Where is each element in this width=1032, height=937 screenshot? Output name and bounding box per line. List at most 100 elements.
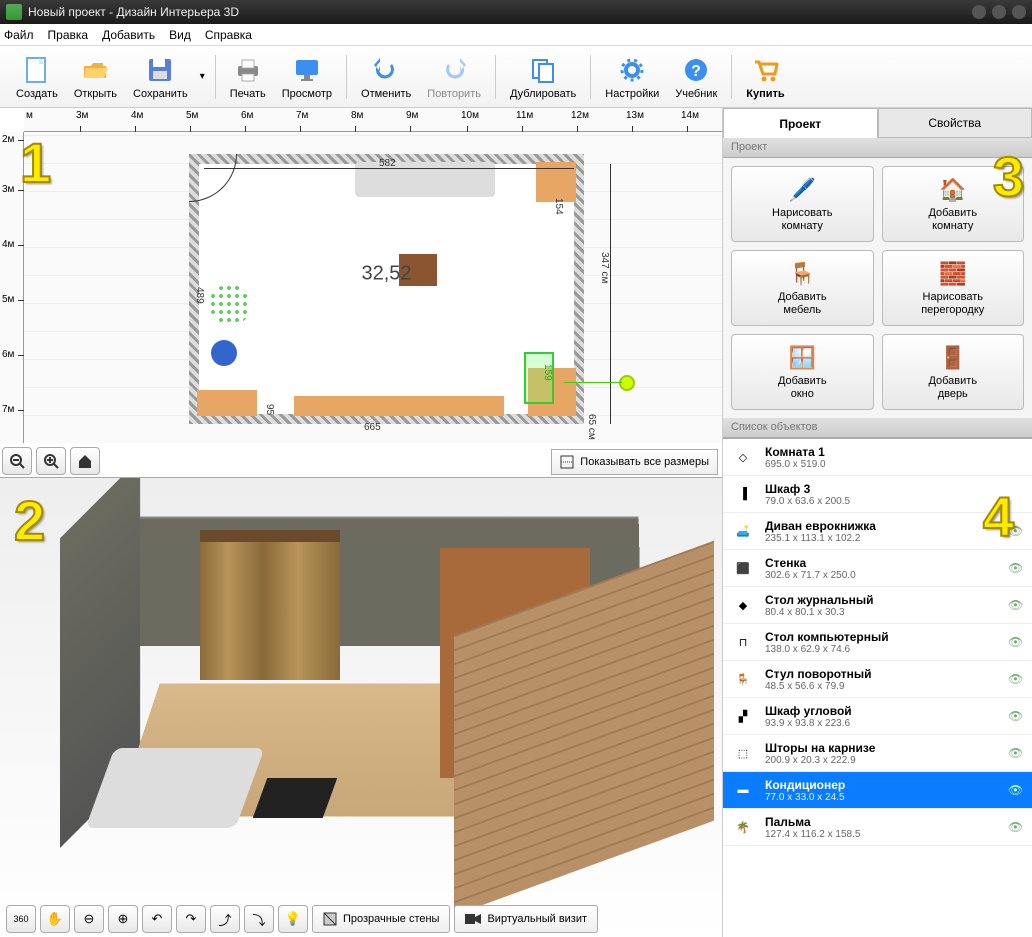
minimize-button[interactable] [972, 5, 986, 19]
door-arc[interactable] [189, 154, 237, 202]
list-item[interactable]: ⬛Стенка302.6 x 71.7 x 250.0👁 [723, 550, 1032, 587]
list-item[interactable]: ▐Шкаф 379.0 x 63.6 x 200.5 [723, 476, 1032, 513]
zoom-out-button[interactable] [2, 447, 32, 475]
tab-project[interactable]: Проект [723, 108, 878, 138]
visibility-eye-icon[interactable]: 👁 [1008, 783, 1026, 797]
list-item[interactable]: ⊓Стол компьютерный138.0 x 62.9 x 74.6👁 [723, 624, 1032, 661]
open-button[interactable]: Открыть [66, 52, 125, 102]
desk-2d[interactable] [197, 390, 257, 416]
visibility-eye-icon[interactable]: 👁 [1008, 561, 1026, 575]
add-door-button[interactable]: 🚪Добавитьдверь [882, 334, 1025, 410]
draw-room-button[interactable]: 🖊️Нарисоватькомнату [731, 166, 874, 242]
undo-button[interactable]: Отменить [353, 52, 419, 102]
object-thumb-icon: 🌴 [729, 813, 757, 841]
menu-edit[interactable]: Правка [48, 28, 89, 42]
dim-sel: 159 [542, 364, 553, 381]
virtual-visit-button[interactable]: Виртуальный визит [454, 905, 598, 933]
list-item[interactable]: ◇Комната 1695.0 x 519.0 [723, 439, 1032, 476]
create-button[interactable]: Создать [8, 52, 66, 102]
menu-file[interactable]: Файл [4, 28, 34, 42]
app-icon [6, 4, 22, 20]
object-name: Стенка [765, 556, 1008, 570]
object-dimensions: 79.0 x 63.6 x 200.5 [765, 496, 1008, 507]
plant-2d[interactable] [209, 284, 251, 326]
home-button[interactable] [70, 447, 100, 475]
object-thumb-icon: ◆ [729, 591, 757, 619]
object-thumb-icon: ▐ [729, 480, 757, 508]
menu-view[interactable]: Вид [169, 28, 191, 42]
list-item[interactable]: ▬Кондиционер77.0 x 33.0 x 24.5👁 [723, 772, 1032, 809]
tab-properties[interactable]: Свойства [878, 108, 1032, 138]
object-list[interactable]: ◇Комната 1695.0 x 519.0▐Шкаф 379.0 x 63.… [723, 438, 1032, 937]
show-all-dims-button[interactable]: Показывать все размеры [551, 449, 718, 475]
duplicate-button[interactable]: Дублировать [502, 52, 584, 102]
light-button[interactable]: 💡 [278, 905, 308, 933]
close-button[interactable] [1012, 5, 1026, 19]
orbit-button[interactable]: 360 [6, 905, 36, 933]
printer-icon [232, 54, 264, 86]
list-item[interactable]: ⬚Шторы на карнизе200.9 x 20.3 x 222.9👁 [723, 735, 1032, 772]
save-button[interactable]: Сохранить [125, 52, 196, 102]
object-dimensions: 302.6 x 71.7 x 250.0 [765, 570, 1008, 581]
object-thumb-icon: ⬚ [729, 739, 757, 767]
rotate-right-button[interactable]: ↷ [176, 905, 206, 933]
settings-button[interactable]: Настройки [597, 52, 667, 102]
zoom-out-3d-button[interactable]: ⊖ [74, 905, 104, 933]
tilt-up-button[interactable]: ⤴ [210, 905, 240, 933]
list-item[interactable]: ◆Стол журнальный80.4 x 80.1 x 30.3👁 [723, 587, 1032, 624]
plan-2d-area[interactable]: м 3м 4м 5м 6м 7м 8м 9м 10м 11м 12м 13м 1… [0, 108, 722, 478]
add-window-button[interactable]: 🪟Добавитьокно [731, 334, 874, 410]
object-name: Шкаф угловой [765, 704, 1008, 718]
room-outline[interactable]: 32,52 [189, 154, 584, 424]
redo-button[interactable]: Повторить [419, 52, 489, 102]
window-title: Новый проект - Дизайн Интерьера 3D [28, 5, 239, 19]
room-add-icon: 🏠 [937, 175, 969, 203]
pencil-cup-icon: 🖊️ [786, 175, 818, 203]
visibility-eye-icon[interactable]: 👁 [1008, 524, 1026, 538]
zoom-in-button[interactable] [36, 447, 66, 475]
object-thumb-icon: ⊓ [729, 628, 757, 656]
sofa-3d [85, 748, 264, 828]
chair-2d[interactable] [211, 340, 237, 366]
visibility-eye-icon[interactable]: 👁 [1008, 598, 1026, 612]
bricks-icon: 🧱 [937, 259, 969, 287]
print-button[interactable]: Печать [222, 52, 274, 102]
monitor-icon [291, 54, 323, 86]
menu-help[interactable]: Справка [205, 28, 252, 42]
list-item[interactable]: 🌴Пальма127.4 x 116.2 x 158.5👁 [723, 809, 1032, 846]
visibility-eye-icon[interactable]: 👁 [1008, 709, 1026, 723]
armchair-icon: 🪑 [786, 259, 818, 287]
save-dropdown[interactable]: ▾ [196, 71, 209, 82]
tilt-down-button[interactable]: ⤵ [244, 905, 274, 933]
list-item[interactable]: 🛋️Диван еврокнижка235.1 x 113.1 x 102.2👁 [723, 513, 1032, 550]
duplicate-icon [527, 54, 559, 86]
preview-button[interactable]: Просмотр [274, 52, 340, 102]
object-name: Пальма [765, 815, 1008, 829]
list-item[interactable]: ▞Шкаф угловой93.9 x 93.8 x 223.6👁 [723, 698, 1032, 735]
object-name: Стол компьютерный [765, 630, 1008, 644]
buy-button[interactable]: Купить [738, 52, 792, 102]
maximize-button[interactable] [992, 5, 1006, 19]
list-item[interactable]: 🪑Стул поворотный48.5 x 56.6 x 79.9👁 [723, 661, 1032, 698]
selection-handle[interactable] [619, 375, 635, 391]
visibility-eye-icon[interactable]: 👁 [1008, 820, 1026, 834]
new-file-icon [21, 54, 53, 86]
visibility-eye-icon[interactable]: 👁 [1008, 672, 1026, 686]
tutorial-button[interactable]: ?Учебник [667, 52, 725, 102]
visibility-eye-icon[interactable]: 👁 [1008, 635, 1026, 649]
add-room-button[interactable]: 🏠Добавитькомнату [882, 166, 1025, 242]
curtains-3d [200, 530, 340, 680]
rotate-left-button[interactable]: ↶ [142, 905, 172, 933]
titlebar: Новый проект - Дизайн Интерьера 3D [0, 0, 1032, 24]
add-furniture-button[interactable]: 🪑Добавитьмебель [731, 250, 874, 326]
object-dimensions: 695.0 x 519.0 [765, 459, 1008, 470]
draw-partition-button[interactable]: 🧱Нарисоватьперегородку [882, 250, 1025, 326]
zoom-in-3d-button[interactable]: ⊕ [108, 905, 138, 933]
plan-canvas[interactable]: 32,52 582 154 347 см 665 95 489 159 65 с… [24, 132, 722, 443]
pan-button[interactable]: ✋ [40, 905, 70, 933]
view-3d-area[interactable]: 360 ✋ ⊖ ⊕ ↶ ↷ ⤴ ⤵ 💡 Прозрачные стены [0, 478, 722, 937]
wall-unit-2d[interactable] [294, 396, 504, 416]
transparent-walls-button[interactable]: Прозрачные стены [312, 905, 450, 933]
visibility-eye-icon[interactable]: 👁 [1008, 746, 1026, 760]
menu-add[interactable]: Добавить [102, 28, 155, 42]
